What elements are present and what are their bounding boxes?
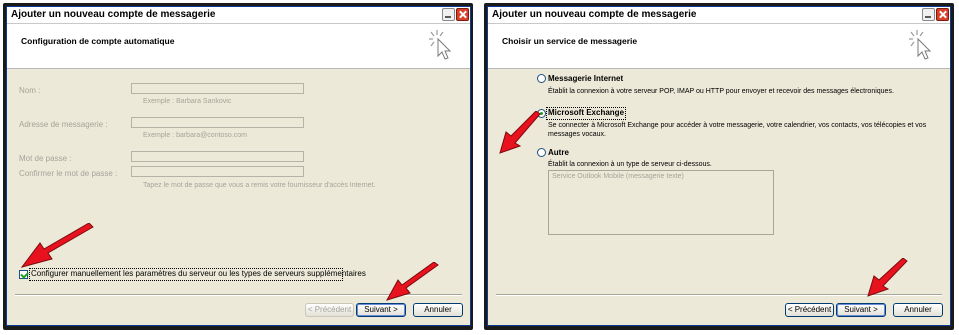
other-service-item[interactable]: Service Outlook Mobile (messagerie texte… xyxy=(552,173,684,180)
close-icon[interactable] xyxy=(456,8,469,21)
left-window-title: Ajouter un nouveau compte de messagerie xyxy=(11,9,216,20)
left-page-title: Configuration de compte automatique xyxy=(21,36,175,46)
right-page-title: Choisir un service de messagerie xyxy=(502,36,638,46)
name-field[interactable] xyxy=(131,83,304,94)
password-field[interactable] xyxy=(131,151,304,162)
email-label: Adresse de messagerie : xyxy=(19,120,108,129)
other-service-list[interactable]: Service Outlook Mobile (messagerie texte… xyxy=(548,170,774,235)
arrow-to-left-next-icon xyxy=(385,262,439,301)
email-field[interactable] xyxy=(131,117,304,128)
confirm-password-label: Confirmer le mot de passe : xyxy=(19,169,118,178)
left-titlebar: Ajouter un nouveau compte de messagerie xyxy=(7,7,470,24)
right-header: Choisir un service de messagerie xyxy=(488,24,950,69)
arrow-to-manual-checkbox-icon xyxy=(20,223,94,268)
right-cancel-button[interactable]: Annuler xyxy=(893,303,943,317)
right-window-title: Ajouter un nouveau compte de messagerie xyxy=(492,9,697,20)
name-example: Exemple : Barbara Sankovic xyxy=(143,98,232,105)
password-label: Mot de passe : xyxy=(19,154,72,163)
confirm-password-field[interactable] xyxy=(131,166,304,177)
internet-mail-radio[interactable] xyxy=(537,74,546,83)
right-previous-button[interactable]: < Précédent xyxy=(785,303,834,317)
password-hint: Tapez le mot de passe que vous a remis v… xyxy=(143,182,376,189)
close-icon[interactable] xyxy=(936,8,949,21)
wizard-cursor-icon xyxy=(909,30,932,60)
exchange-description: Se connecter à Microsoft Exchange pour a… xyxy=(548,122,927,138)
right-next-button[interactable]: Suivant > xyxy=(836,303,886,317)
manual-config-checkbox[interactable] xyxy=(19,270,28,279)
arrow-to-exchange-icon xyxy=(499,111,541,154)
left-header: Configuration de compte automatique xyxy=(7,24,470,69)
left-cancel-button[interactable]: Annuler xyxy=(413,303,463,317)
right-titlebar: Ajouter un nouveau compte de messagerie xyxy=(488,7,950,24)
arrow-to-right-next-icon xyxy=(867,258,908,297)
minimize-icon[interactable] xyxy=(922,8,935,21)
minimize-icon[interactable] xyxy=(442,8,455,21)
internet-mail-description: Établit la connexion à votre serveur POP… xyxy=(548,88,894,95)
wizard-cursor-icon xyxy=(429,30,452,60)
email-example: Exemple : barbara@contoso.com xyxy=(143,132,247,139)
internet-mail-label[interactable]: Messagerie Internet xyxy=(548,74,623,83)
exchange-label[interactable]: Microsoft Exchange xyxy=(548,108,624,117)
other-label[interactable]: Autre xyxy=(548,148,569,157)
left-next-button[interactable]: Suivant > xyxy=(356,303,406,317)
other-description: Établit la connexion à un type de serveu… xyxy=(548,161,712,168)
name-label: Nom : xyxy=(19,86,41,95)
left-previous-button[interactable]: < Précédent xyxy=(305,303,354,317)
